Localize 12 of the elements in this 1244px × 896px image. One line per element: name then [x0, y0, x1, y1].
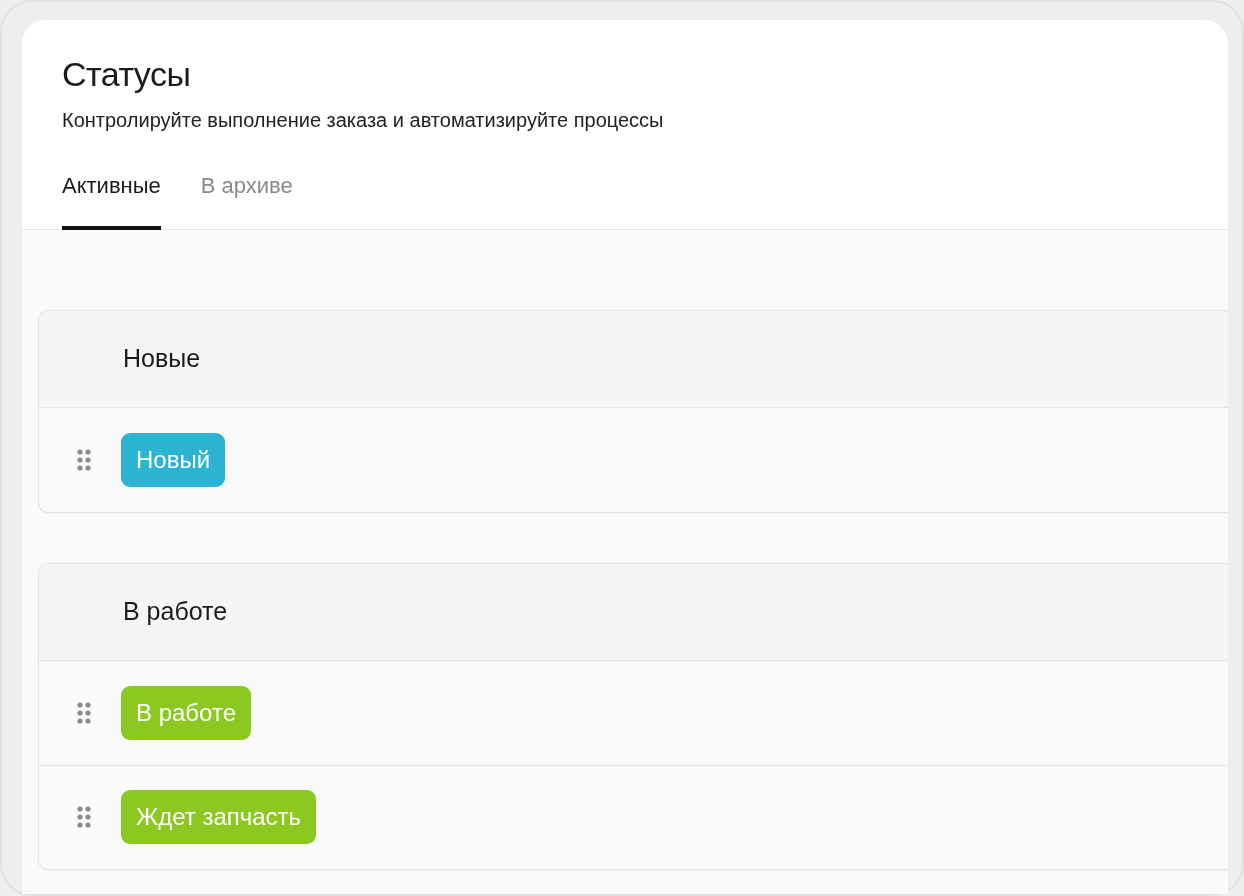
group-title: Новые	[123, 343, 201, 375]
drag-handle-icon[interactable]	[77, 447, 91, 472]
drag-handle-icon[interactable]	[77, 805, 91, 830]
tab[interactable]: В архиве	[200, 168, 293, 230]
status-chip[interactable]: В работе	[121, 685, 251, 740]
status-chip[interactable]: Новый	[121, 432, 226, 487]
page-subtitle: Контролируйте выполнение заказа и автоматизируйте процессы	[62, 107, 665, 133]
page-title: Статусы	[62, 54, 192, 95]
drag-handle-icon[interactable]	[77, 700, 91, 725]
group-title: В работе	[123, 596, 228, 628]
tab[interactable]: Активные	[62, 168, 161, 230]
status-chip[interactable]: Ждет запчасть	[121, 790, 317, 845]
